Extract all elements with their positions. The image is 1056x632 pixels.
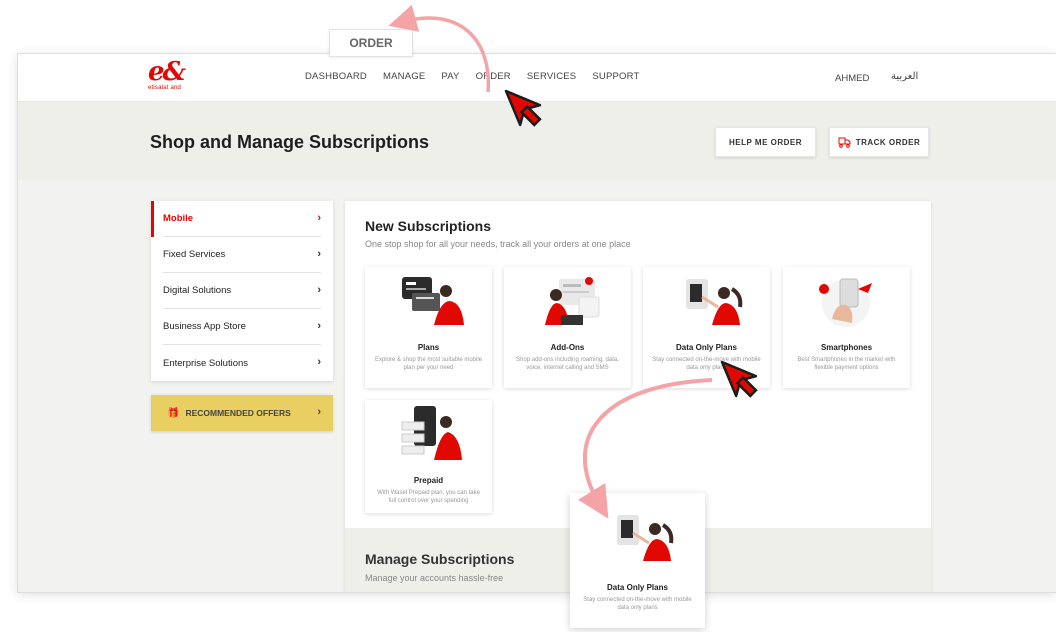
card-title: Prepaid <box>413 476 444 485</box>
logo-subtitle: etisalat and <box>148 85 182 91</box>
nav-order[interactable]: ORDER <box>476 71 511 82</box>
data-plans-illustration <box>662 267 752 337</box>
main-nav: DASHBOARD MANAGE PAY ORDER SERVICES SUPP… <box>305 71 656 82</box>
delivery-icon <box>838 137 851 148</box>
sidebar-item-label: Fixed Services <box>163 249 226 260</box>
card-title: Data Only Plans <box>676 343 737 352</box>
card-prepaid[interactable]: Prepaid With Wasel Prepaid plan, you can… <box>365 400 492 513</box>
active-indicator <box>151 201 154 237</box>
prepaid-illustration <box>384 400 474 470</box>
zoomed-data-plans-card: Data Only Plans Stay connected on-the-mo… <box>570 493 705 628</box>
card-title: Smartphones <box>820 343 873 352</box>
tutorial-stage: e& etisalat and DASHBOARD MANAGE PAY ORD… <box>0 0 1056 632</box>
sidebar-item-label: Mobile <box>163 213 194 224</box>
section-subtitle: One stop shop for all your needs, track … <box>365 239 631 249</box>
manage-section-title: Manage Subscriptions <box>365 551 515 567</box>
order-callout-label: ORDER <box>349 36 393 50</box>
chevron-right-icon: › <box>317 356 321 368</box>
add-ons-illustration <box>523 267 613 337</box>
nav-pay[interactable]: PAY <box>441 71 459 82</box>
zoomed-card-title: Data Only Plans <box>607 583 668 592</box>
gift-icon: 🎁 <box>167 407 180 419</box>
app-window: e& etisalat and DASHBOARD MANAGE PAY ORD… <box>17 53 1056 593</box>
card-description: Shop add-ons including roaming, data, vo… <box>516 357 619 371</box>
card-data-only-plans[interactable]: Data Only Plans Stay connected on-the-mo… <box>643 267 770 388</box>
sidebar-item-label: Digital Solutions <box>163 285 232 296</box>
card-plans[interactable]: Plans Explore & shop the most suitable m… <box>365 267 492 388</box>
card-description: Best Smartphones in the market with flex… <box>797 357 896 371</box>
chevron-right-icon: › <box>317 406 321 418</box>
help-me-order-label: HELP ME ORDER <box>728 137 803 147</box>
zoomed-data-plans-illustration <box>593 503 683 577</box>
sidebar-item-digital-solutions[interactable]: Digital Solutions › <box>163 273 321 309</box>
chevron-right-icon: › <box>317 248 321 260</box>
chevron-right-icon: › <box>317 212 321 224</box>
card-title: Plans <box>417 343 440 352</box>
sidebar-item-enterprise-solutions[interactable]: Enterprise Solutions › <box>163 345 321 381</box>
nav-support[interactable]: SUPPORT <box>592 71 639 82</box>
nav-manage[interactable]: MANAGE <box>383 71 425 82</box>
smartphones-illustration <box>802 267 892 337</box>
track-order-button[interactable]: TRACK ORDER <box>829 127 929 157</box>
sidebar-item-label: Business App Store <box>163 321 246 332</box>
brand-logo[interactable]: e& etisalat and <box>148 57 208 96</box>
zoomed-card-description: Stay connected on-the-move with mobile d… <box>583 597 692 611</box>
chevron-right-icon: › <box>317 284 321 296</box>
sidebar-item-business-app-store[interactable]: Business App Store › <box>163 309 321 345</box>
top-navigation-bar: e& etisalat and DASHBOARD MANAGE PAY ORD… <box>18 54 1056 102</box>
card-description: Explore & shop the most suitable mobile … <box>374 357 483 371</box>
page-title: Shop and Manage Subscriptions <box>150 132 430 152</box>
help-me-order-button[interactable]: HELP ME ORDER <box>715 127 816 157</box>
card-add-ons[interactable]: Add-Ons Shop add-ons including roaming, … <box>504 267 631 388</box>
card-description: With Wasel Prepaid plan, you can take fu… <box>377 490 480 504</box>
section-title: New Subscriptions <box>365 218 492 234</box>
user-menu[interactable]: AHMED <box>835 73 869 84</box>
recommended-offers-button[interactable]: 🎁 RECOMMENDED OFFERS › <box>151 395 333 431</box>
chevron-right-icon: › <box>317 320 321 332</box>
category-sidebar: Mobile › Fixed Services › Digital Soluti… <box>151 201 333 381</box>
order-callout: ORDER <box>329 29 413 57</box>
track-order-label: TRACK ORDER <box>855 137 921 147</box>
card-description: Stay connected on-the-move with mobile d… <box>652 357 761 371</box>
recommended-offers-label: RECOMMENDED OFFERS <box>185 408 291 418</box>
nav-services[interactable]: SERVICES <box>527 71 576 82</box>
card-title: Add-Ons <box>550 343 585 352</box>
sidebar-item-fixed-services[interactable]: Fixed Services › <box>163 237 321 273</box>
sidebar-item-mobile[interactable]: Mobile › <box>163 201 321 237</box>
plans-illustration <box>384 267 474 337</box>
logo-mark: e& <box>148 57 186 87</box>
language-switch[interactable]: العربية <box>891 71 918 82</box>
card-smartphones[interactable]: Smartphones Best Smartphones in the mark… <box>783 267 910 388</box>
manage-section-subtitle: Manage your accounts hassle-free <box>365 573 504 583</box>
nav-dashboard[interactable]: DASHBOARD <box>305 71 367 82</box>
sidebar-item-label: Enterprise Solutions <box>163 357 249 369</box>
